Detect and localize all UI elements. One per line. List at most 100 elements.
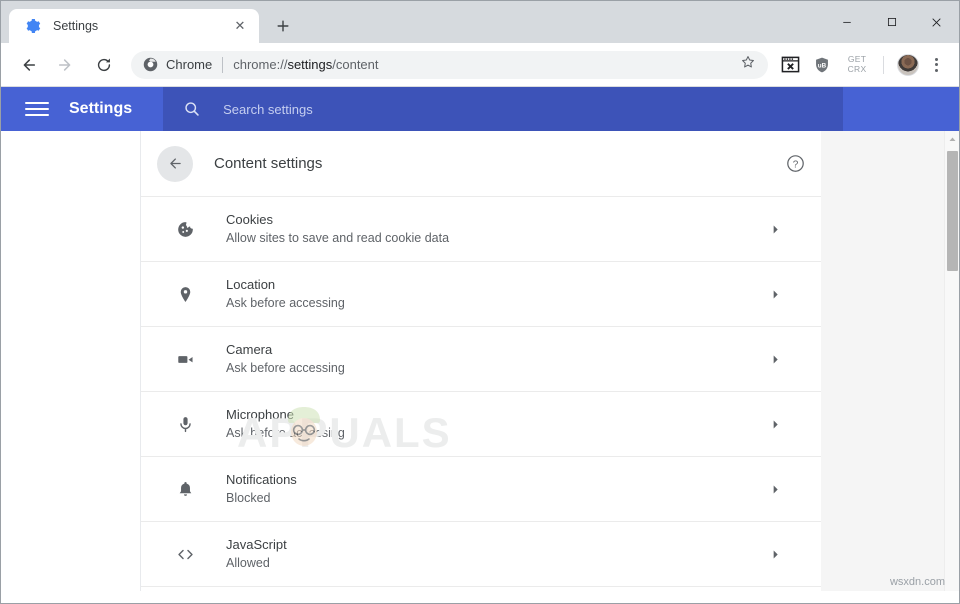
content-settings-header: Content settings ?: [141, 131, 821, 196]
row-text: Location Ask before accessing: [226, 276, 345, 312]
chevron-right-icon[interactable]: [770, 419, 805, 430]
tab-title: Settings: [53, 19, 99, 33]
row-subtitle: Allow sites to save and read cookie data: [226, 231, 450, 245]
page-title: Content settings: [214, 155, 323, 172]
get-crx-line2: CRX: [847, 63, 867, 74]
svg-text:uB: uB: [818, 62, 827, 69]
scrollbar-thumb[interactable]: [947, 151, 958, 271]
microphone-icon: [173, 412, 197, 436]
browser-tab-settings[interactable]: Settings ✕: [9, 9, 259, 43]
close-icon[interactable]: ✕: [231, 17, 249, 35]
row-subtitle: Ask before accessing: [226, 296, 345, 310]
chevron-right-icon[interactable]: [770, 354, 805, 365]
content-setting-row-microphone[interactable]: Microphone Ask before accessing: [141, 391, 821, 456]
chevron-right-icon[interactable]: [770, 224, 805, 235]
row-subtitle: Ask before accessing: [226, 426, 345, 440]
gear-icon: [25, 18, 41, 34]
address-bar[interactable]: Chrome chrome://settings/content: [131, 50, 768, 79]
arrow-left-icon: [169, 158, 181, 169]
chrome-logo-icon: [143, 57, 159, 73]
dot: [934, 68, 938, 72]
row-title: Microphone: [226, 407, 294, 422]
url-prefix: chrome://: [233, 57, 288, 72]
row-subtitle: Allowed: [226, 556, 270, 570]
row-title: Cookies: [226, 212, 273, 227]
settings-page-body: Content settings ? Cookies Allow sites t…: [1, 131, 959, 591]
hamburger-menu-icon[interactable]: [25, 97, 49, 121]
svg-text:?: ?: [793, 159, 799, 170]
cookie-icon: [173, 217, 197, 241]
content-setting-row-partial[interactable]: [141, 586, 821, 591]
new-tab-button[interactable]: [269, 12, 297, 40]
search-settings-box[interactable]: Search settings: [163, 87, 844, 131]
tab-strip: Settings ✕: [1, 1, 959, 43]
page-left-gutter: [1, 131, 141, 591]
toolbar-separator: [883, 55, 884, 74]
content-setting-row-javascript[interactable]: JavaScript Allowed: [141, 521, 821, 586]
content-setting-row-location[interactable]: Location Ask before accessing: [141, 261, 821, 326]
reload-button[interactable]: [90, 51, 118, 79]
omnibox-separator: [222, 56, 224, 73]
location-pin-icon: [173, 282, 197, 306]
minimize-icon: [842, 21, 851, 23]
row-subtitle: Blocked: [226, 491, 271, 505]
row-subtitle: Ask before accessing: [226, 361, 345, 375]
window-close-extension-icon[interactable]: [777, 52, 803, 78]
row-title: Location: [226, 277, 276, 292]
vertical-scrollbar[interactable]: [944, 131, 959, 591]
url-suffix: /content: [332, 57, 379, 72]
row-title: JavaScript: [226, 537, 287, 552]
ublock-shield-icon[interactable]: uB: [809, 52, 835, 78]
bar: [25, 108, 49, 110]
close-icon: [932, 17, 941, 27]
search-icon: [183, 100, 201, 118]
url-text: chrome://settings/content: [233, 57, 378, 72]
settings-title: Settings: [69, 100, 133, 117]
url-highlight: settings: [287, 57, 333, 72]
bar: [25, 102, 49, 104]
help-icon[interactable]: ?: [786, 154, 805, 173]
maximize-button[interactable]: [869, 1, 914, 43]
window-controls: [824, 1, 959, 43]
content-settings-card: Content settings ? Cookies Allow sites t…: [141, 131, 821, 591]
reload-icon: [97, 58, 111, 71]
content-setting-row-notifications[interactable]: Notifications Blocked: [141, 456, 821, 521]
row-title: Camera: [226, 342, 273, 357]
bar: [25, 114, 49, 116]
row-title: Notifications: [226, 472, 297, 487]
back-to-settings-button[interactable]: [157, 145, 193, 182]
forward-button[interactable]: [52, 51, 80, 79]
row-text: Cookies Allow sites to save and read coo…: [226, 211, 449, 247]
maximize-icon: [887, 17, 896, 27]
content-setting-row-cookies[interactable]: Cookies Allow sites to save and read coo…: [141, 196, 821, 261]
chrome-menu-button[interactable]: [925, 52, 947, 78]
dot: [934, 63, 938, 66]
plus-icon: [277, 20, 289, 32]
security-chip-label: Chrome: [166, 57, 213, 72]
bell-icon: [173, 477, 197, 501]
dot: [934, 57, 938, 61]
chevron-right-icon[interactable]: [770, 289, 805, 300]
close-button[interactable]: [914, 1, 959, 43]
row-text: JavaScript Allowed: [226, 536, 287, 572]
scroll-up-arrow-icon[interactable]: [945, 131, 959, 147]
browser-window: Settings ✕ Chrome chrome://settings/cont…: [0, 0, 960, 604]
get-crx-button[interactable]: GET CRX: [842, 54, 872, 74]
code-brackets-icon: [173, 542, 197, 566]
settings-header-bar: Settings Search settings: [1, 87, 959, 131]
content-setting-row-camera[interactable]: Camera Ask before accessing: [141, 326, 821, 391]
search-input[interactable]: Search settings: [223, 102, 313, 117]
minimize-button[interactable]: [824, 1, 869, 43]
row-text: Microphone Ask before accessing: [226, 406, 345, 442]
camera-icon: [173, 347, 197, 371]
arrow-right-icon: [58, 58, 71, 71]
back-button[interactable]: [14, 51, 42, 79]
browser-toolbar: Chrome chrome://settings/content uB GET …: [1, 43, 959, 87]
bookmark-star-icon[interactable]: [732, 54, 756, 75]
row-text: Notifications Blocked: [226, 471, 297, 507]
chevron-right-icon[interactable]: [770, 549, 805, 560]
arrow-left-icon: [23, 58, 36, 71]
avatar[interactable]: [897, 53, 919, 76]
page-right-gutter: [821, 131, 959, 591]
chevron-right-icon[interactable]: [770, 484, 805, 495]
